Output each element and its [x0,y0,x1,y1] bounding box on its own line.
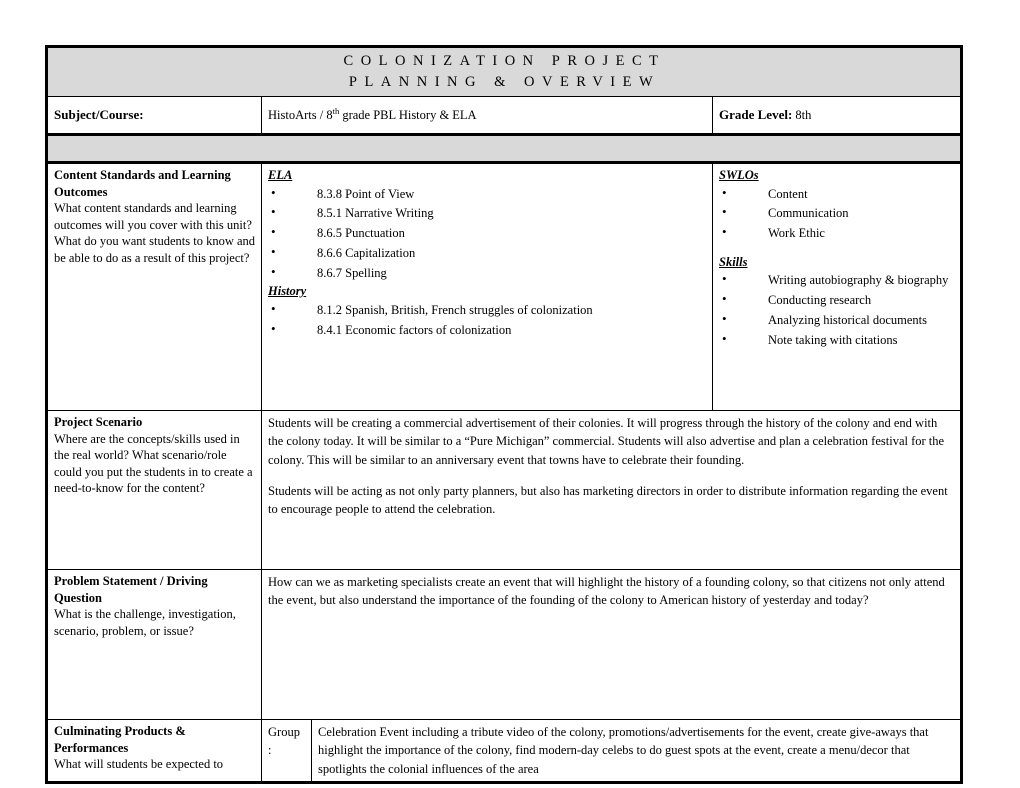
title-line-1: COLONIZATION PROJECT [343,53,666,69]
history-standards-list: 8.1.2 Spanish, British, French struggles… [268,300,707,339]
skills-list: Writing autobiography & biography Conduc… [719,270,955,349]
culminating-products-prompt-cell: Culminating Products & Performances What… [45,719,262,784]
problem-statement-row: Problem Statement / Driving Question Wha… [45,569,964,721]
culminating-products-row: Culminating Products & Performances What… [45,719,964,784]
grade-level-cell: Grade Level: 8th [711,96,964,137]
subject-course-label-cell: Subject/Course: [45,96,262,137]
problem-statement-prompt-title: Problem Statement / Driving Question [54,574,208,605]
list-item: 8.6.7 Spelling [268,263,707,282]
list-item: Content [719,184,955,203]
project-scenario-content-cell: Students will be creating a commercial a… [260,410,964,571]
list-item: Analyzing historical documents [719,310,955,329]
skills-heading: Skills [719,254,748,269]
content-standards-row: Content Standards and Learning Outcomes … [45,162,964,412]
list-item: 8.1.2 Spanish, British, French struggles… [268,300,707,319]
culminating-products-prompt-body: What will students be expected to [54,757,224,772]
project-scenario-paragraph-2: Students will be acting as not only part… [268,483,948,517]
ela-heading: ELA [268,168,293,183]
subject-course-value: HistoArts / 8th grade PBL History & ELA [268,106,477,122]
list-item: Conducting research [719,290,955,309]
project-scenario-prompt-title: Project Scenario [54,415,143,430]
subject-course-value-suffix: grade PBL History & ELA [339,107,477,122]
project-scenario-paragraph-1: Students will be creating a commercial a… [268,416,945,467]
spacer-cell [44,134,964,165]
list-item: Work Ethic [719,223,955,242]
problem-statement-prompt-body: What is the challenge, investigation, sc… [54,607,236,638]
grade-level-value: 8th [795,108,812,123]
spacer-row [44,134,964,165]
standards-swlos-skills-cell: SWLOs Content Communication Work Ethic S… [711,162,964,412]
project-planning-table: COLONIZATION PROJECT PLANNING & OVERVIEW… [44,44,964,784]
content-standards-prompt-body: What content standards and learning outc… [54,201,256,265]
culminating-group-label-cell: Group : [261,719,312,784]
subject-course-value-prefix: HistoArts / 8 [268,107,333,122]
project-scenario-prompt-cell: Project Scenario Where are the concepts/… [45,410,262,571]
subject-course-label: Subject/Course: [54,107,144,123]
standards-ela-history-cell: ELA 8.3.8 Point of View 8.5.1 Narrative … [261,162,713,412]
document-title: COLONIZATION PROJECT PLANNING & OVERVIEW [44,44,964,98]
list-item: Communication [719,203,955,222]
culminating-products-prompt-title: Culminating Products & Performances [54,724,186,755]
problem-statement-paragraph-1: How can we as marketing specialists crea… [268,575,945,608]
content-standards-prompt-title: Content Standards and Learning Outcomes [54,168,231,199]
swlos-skills-gap [719,244,955,254]
ela-standards-list: 8.3.8 Point of View 8.5.1 Narrative Writ… [268,184,707,282]
swlos-heading: SWLOs [719,168,759,183]
history-heading: History [268,284,307,299]
project-scenario-row: Project Scenario Where are the concepts/… [45,410,964,571]
group-label-line-2: : [268,743,272,758]
swlos-list: Content Communication Work Ethic [719,184,955,243]
subject-course-value-cell: HistoArts / 8th grade PBL History & ELA [261,96,713,137]
grade-level-label: Grade Level: [719,107,793,123]
list-item: 8.4.1 Economic factors of colonization [268,320,707,339]
content-standards-prompt-cell: Content Standards and Learning Outcomes … [45,162,262,412]
list-item: 8.3.8 Point of View [268,184,707,203]
list-item: Note taking with citations [719,330,955,349]
subject-course-row: Subject/Course: HistoArts / 8th grade PB… [45,96,964,137]
document-page: COLONIZATION PROJECT PLANNING & OVERVIEW… [0,0,1020,788]
list-item: 8.6.6 Capitalization [268,243,707,262]
culminating-products-content-cell: Celebration Event including a tribute vi… [310,719,964,784]
list-item: 8.6.5 Punctuation [268,223,707,242]
culminating-products-paragraph-1: Celebration Event including a tribute vi… [318,725,929,776]
list-item: 8.5.1 Narrative Writing [268,203,707,222]
problem-statement-prompt-cell: Problem Statement / Driving Question Wha… [45,569,262,721]
title-banner-row: COLONIZATION PROJECT PLANNING & OVERVIEW [44,44,964,98]
title-line-2: PLANNING & OVERVIEW [348,74,661,91]
problem-statement-content-cell: How can we as marketing specialists crea… [260,569,964,721]
project-scenario-prompt-body: Where are the concepts/skills used in th… [54,431,253,496]
list-item: Writing autobiography & biography [719,270,955,289]
group-label-line-1: Group [268,725,300,740]
